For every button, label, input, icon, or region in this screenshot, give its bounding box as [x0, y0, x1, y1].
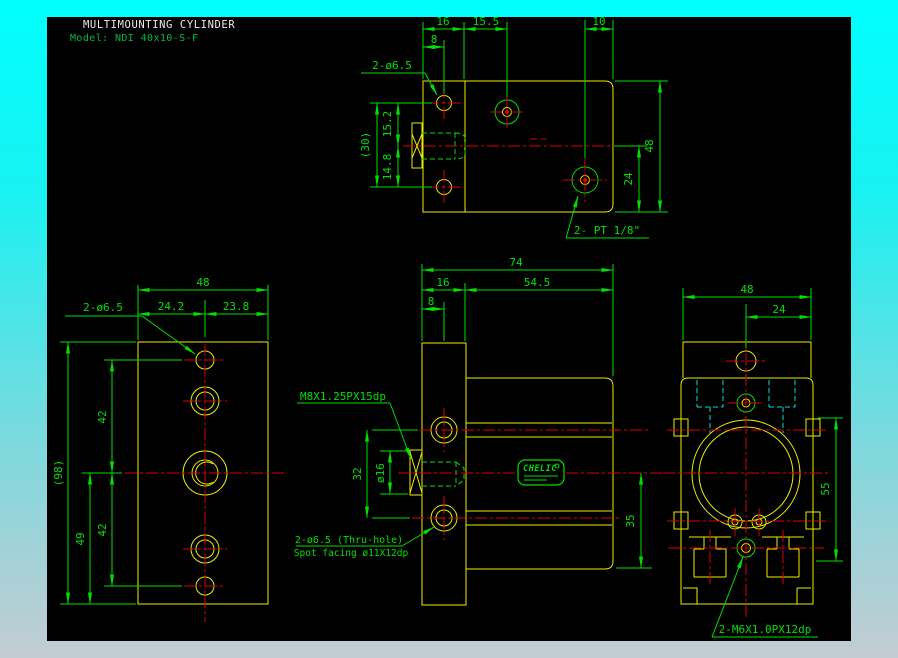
left-view-extension-lines — [60, 285, 269, 605]
front-label-spot-facing: Spot facing ø11X12dp — [294, 548, 409, 559]
front-dim-35: 35 — [624, 514, 637, 527]
top-view: 16 15.5 10 8 2-ø6.5 (30) 15.2 14.8 48 24… — [359, 17, 668, 239]
top-dim-15-5: 15.5 — [473, 17, 500, 28]
left-label-holes: 2-ø6.5 — [83, 301, 123, 314]
left-dim-49: 49 — [74, 532, 87, 545]
top-dim-16: 16 — [436, 17, 449, 28]
front-dim-8: 8 — [428, 295, 435, 308]
front-view: CHELIC 74 16 54.5 8 M8X1.25PX15dp 32 ø16… — [294, 256, 662, 606]
drawing-title: MULTIMOUNTING CYLINDER — [83, 19, 235, 31]
left-dim-42-lower: 42 — [96, 523, 109, 536]
top-dim-24: 24 — [622, 172, 635, 186]
front-label-rod-thread: M8X1.25PX15dp — [300, 390, 386, 403]
front-label-thru-hole: 2-ø6.5 (Thru-hole) — [295, 535, 403, 546]
top-view-centerlines — [403, 86, 648, 204]
front-view-extension-lines — [296, 264, 652, 569]
left-dim-48: 48 — [196, 276, 209, 289]
leader-holes — [141, 315, 196, 355]
front-dim-74: 74 — [509, 256, 523, 269]
left-view-dimension-lines — [66, 288, 269, 605]
left-view: 48 24.2 23.8 2-ø6.5 (98) 49 42 42 — [52, 276, 285, 622]
top-dim-14-8: 14.8 — [381, 154, 394, 181]
top-label-holes: 2-ø6.5 — [372, 59, 412, 72]
left-dim-42-upper: 42 — [96, 410, 109, 423]
top-label-port: 2- PT 1/8" — [574, 224, 640, 237]
leader-thru-hole — [401, 526, 435, 547]
top-dim-10: 10 — [592, 17, 605, 28]
front-view-hidden-thread — [422, 461, 465, 487]
front-dim-rod-16: ø16 — [374, 463, 387, 483]
title-block: MULTIMOUNTING CYLINDER Model: NDI 40x10-… — [70, 19, 235, 44]
leader-holes — [424, 72, 438, 96]
top-dim-8: 8 — [431, 33, 438, 46]
front-dim-16: 16 — [436, 276, 449, 289]
top-view-dimension-lines — [375, 27, 662, 239]
front-dim-32: 32 — [351, 467, 364, 480]
right-dim-55: 55 — [819, 482, 832, 495]
drawing-model: Model: NDI 40x10-S-F — [70, 33, 198, 44]
right-view-extension-lines — [682, 288, 843, 638]
cad-drawing: MULTIMOUNTING CYLINDER Model: NDI 40x10-… — [52, 17, 843, 638]
top-dim-15-2: 15.2 — [381, 111, 394, 138]
brand-logo-text: CHELIC — [523, 464, 557, 474]
right-dim-24: 24 — [772, 303, 786, 316]
right-dim-48: 48 — [740, 283, 753, 296]
top-dim-30: (30) — [359, 132, 372, 159]
drawing-canvas: MULTIMOUNTING CYLINDER Model: NDI 40x10-… — [47, 17, 851, 641]
right-view: 48 24 55 2-M6X1.0PX12dp — [663, 283, 843, 638]
left-dim-24-2: 24.2 — [158, 300, 185, 313]
top-dim-48: 48 — [643, 139, 656, 152]
left-view-centerlines — [125, 344, 285, 622]
left-dim-98: (98) — [52, 460, 65, 487]
right-view-centerlines — [663, 332, 831, 618]
top-view-extension-lines — [361, 20, 668, 239]
front-view-outline — [409, 342, 614, 606]
right-label-mount-thread: 2-M6X1.0PX12dp — [719, 623, 812, 636]
front-view-dimension-lines — [365, 268, 643, 569]
left-dim-23-8: 23.8 — [223, 300, 250, 313]
brand-logo: CHELIC — [517, 459, 565, 486]
front-dim-54-5: 54.5 — [524, 276, 551, 289]
